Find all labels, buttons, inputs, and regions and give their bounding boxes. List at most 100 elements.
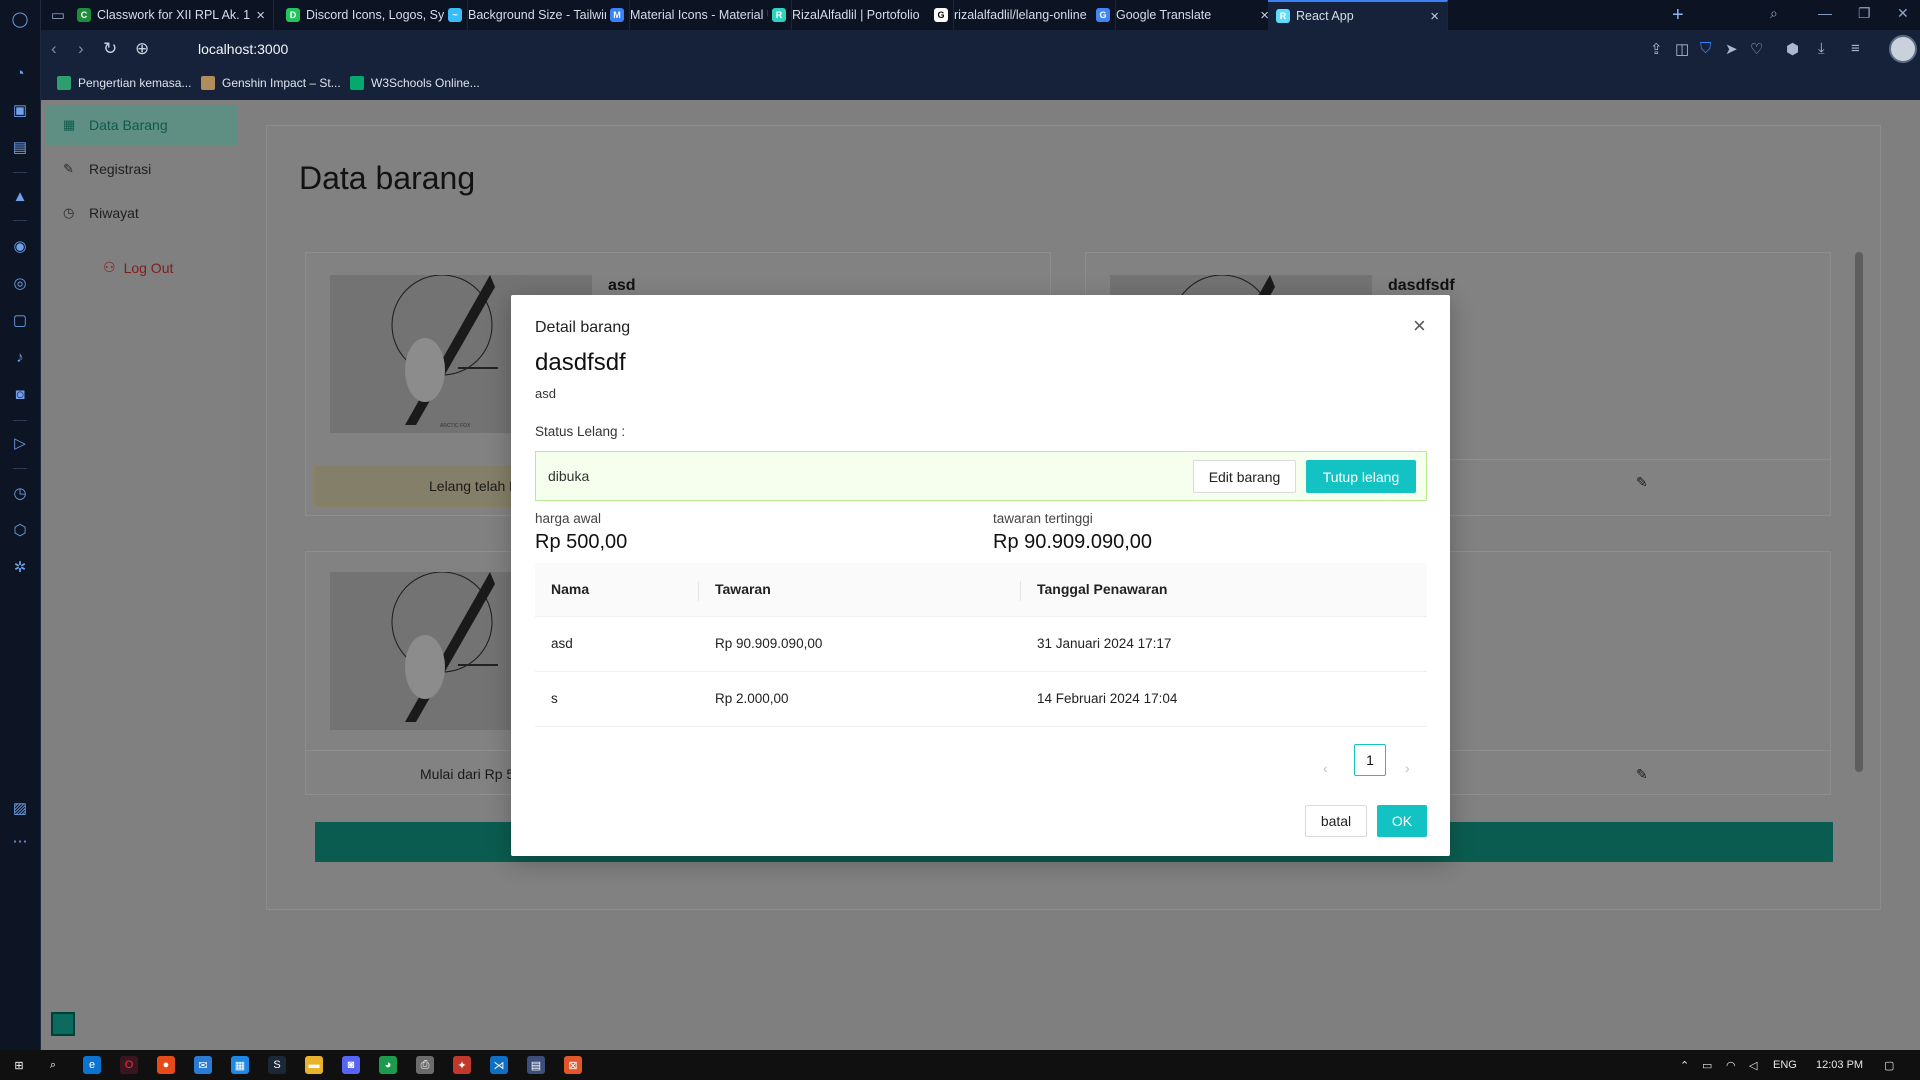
- wifi-icon[interactable]: ◠: [1726, 1059, 1736, 1072]
- cube-icon[interactable]: ⬢: [1786, 40, 1799, 58]
- profile-avatar[interactable]: [1889, 35, 1917, 63]
- game-icon[interactable]: ✦: [453, 1056, 471, 1074]
- workspace-icon[interactable]: ▣: [9, 99, 31, 121]
- bookmark-item[interactable]: Genshin Impact – St...: [201, 76, 341, 90]
- item-name: dasdfsdf: [535, 349, 626, 376]
- browser-tab[interactable]: C Classwork for XII RPL Ak. 1( ×: [69, 0, 274, 30]
- sidebar-item-riwayat[interactable]: ◷ Riwayat: [45, 193, 237, 233]
- messenger-icon[interactable]: ◉: [9, 235, 31, 257]
- starting-price-label: harga awal: [535, 511, 602, 526]
- starting-price: Rp 500,00: [535, 531, 628, 553]
- steam-icon[interactable]: S: [268, 1056, 286, 1074]
- pinboard-icon[interactable]: ▤: [9, 136, 31, 158]
- cancel-button[interactable]: batal: [1305, 805, 1367, 837]
- prev-page-icon[interactable]: ‹: [1323, 760, 1328, 776]
- tab-favicon-icon: R: [772, 8, 786, 22]
- close-icon[interactable]: ×: [1413, 313, 1426, 339]
- bookmarks-bar: Pengertian kemasa... Genshin Impact – St…: [41, 70, 1920, 100]
- bookmark-label: W3Schools Online...: [371, 76, 480, 90]
- page-number-button[interactable]: 1: [1354, 744, 1386, 776]
- mail-icon[interactable]: ✉: [194, 1056, 212, 1074]
- language-indicator[interactable]: ENG: [1773, 1059, 1797, 1071]
- chrome-icon[interactable]: ●: [157, 1056, 175, 1074]
- tab-favicon-icon: G: [934, 8, 948, 22]
- tab-close-icon[interactable]: ×: [256, 7, 265, 24]
- tab-favicon-icon: D: [286, 8, 300, 22]
- minimize-icon[interactable]: —: [1818, 5, 1832, 21]
- edit-item-button[interactable]: Edit barang: [1193, 460, 1296, 493]
- search-icon[interactable]: ⌕: [44, 1056, 62, 1074]
- start-price-note: Mulai dari Rp 5: [420, 766, 515, 782]
- volume-icon[interactable]: ◁: [1749, 1059, 1757, 1072]
- tab-favicon-icon: C: [77, 8, 91, 22]
- edge-icon[interactable]: e: [83, 1056, 101, 1074]
- whatsapp-icon[interactable]: ◎: [9, 272, 31, 294]
- window-close-icon[interactable]: ✕: [1897, 5, 1909, 22]
- logout-button[interactable]: ⚇ Log Out: [103, 259, 173, 276]
- tab-favicon-icon: G: [1096, 8, 1110, 22]
- file-explorer-icon[interactable]: ▬: [305, 1056, 323, 1074]
- aria-icon[interactable]: ▲: [9, 185, 31, 207]
- sidebar-item-data-barang[interactable]: ▦ Data Barang: [45, 105, 237, 145]
- xbox-icon[interactable]: ◕: [379, 1056, 397, 1074]
- tab-label: Classwork for XII RPL Ak. 1(: [97, 8, 251, 22]
- printer-icon[interactable]: ⎙: [416, 1056, 434, 1074]
- clock[interactable]: 12:03 PM: [1816, 1059, 1863, 1071]
- send-icon[interactable]: ➤: [1725, 40, 1738, 58]
- extensions-icon[interactable]: ⬡: [9, 519, 31, 541]
- tab-menu-icon[interactable]: ▭: [47, 4, 69, 26]
- scrollbar-thumb[interactable]: [1855, 252, 1863, 772]
- notifications-icon[interactable]: ▢: [1884, 1059, 1894, 1072]
- heart-icon[interactable]: ♡: [1750, 40, 1763, 58]
- browser-tab[interactable]: R React App ×: [1268, 0, 1448, 30]
- close-auction-button[interactable]: Tutup lelang: [1306, 460, 1416, 493]
- more-icon[interactable]: ⋯: [9, 830, 31, 852]
- discord-app-icon[interactable]: ◙: [342, 1056, 360, 1074]
- bookmark-item[interactable]: W3Schools Online...: [350, 76, 480, 90]
- color-swatch[interactable]: [51, 1012, 75, 1036]
- network-icon[interactable]: ▭: [1702, 1059, 1712, 1072]
- vscode-icon[interactable]: ⋊: [490, 1056, 508, 1074]
- snapshot-icon[interactable]: ◫: [1675, 40, 1689, 58]
- easy-setup-icon[interactable]: ≡: [1851, 40, 1860, 57]
- table-header: Nama Tawaran Tanggal Penawaran: [535, 563, 1427, 617]
- xampp-icon[interactable]: ⊠: [564, 1056, 582, 1074]
- next-page-icon[interactable]: ›: [1405, 760, 1410, 776]
- back-icon[interactable]: ‹: [51, 39, 57, 59]
- tiktok-icon[interactable]: ♪: [9, 346, 31, 368]
- store-icon[interactable]: ▦: [231, 1056, 249, 1074]
- url-field[interactable]: localhost:3000: [198, 41, 288, 57]
- reload-icon[interactable]: ↻: [103, 39, 117, 59]
- search-tabs-icon[interactable]: ⌕: [1770, 5, 1778, 22]
- discord-icon[interactable]: ◙: [9, 383, 31, 405]
- vpn-shield-icon[interactable]: ⛉: [1700, 40, 1711, 57]
- opera-logo-icon[interactable]: ◯: [9, 8, 31, 30]
- download-icon[interactable]: ⤓: [1818, 40, 1825, 57]
- player-icon[interactable]: ▷: [9, 432, 31, 454]
- bookmark-label: Pengertian kemasa...: [78, 76, 192, 90]
- site-info-icon[interactable]: ⊕: [135, 39, 149, 59]
- edit-icon[interactable]: ✎: [1636, 474, 1648, 491]
- speed-dial-icon[interactable]: ◔: [9, 62, 31, 84]
- notepad-icon[interactable]: ▤: [527, 1056, 545, 1074]
- opera-icon[interactable]: O: [120, 1056, 138, 1074]
- bookmark-item[interactable]: Pengertian kemasa...: [57, 76, 191, 90]
- sidebar-item-registrasi[interactable]: ✎ Registrasi: [45, 149, 237, 189]
- forward-icon[interactable]: ›: [78, 39, 84, 59]
- browser-tab[interactable]: G Google Translate ×: [1088, 0, 1278, 30]
- scrollbar[interactable]: [1853, 240, 1865, 795]
- start-icon[interactable]: ⊞: [10, 1056, 28, 1074]
- modal-title: Detail barang: [535, 319, 631, 336]
- tray-chevron-icon[interactable]: ⌃: [1680, 1059, 1689, 1072]
- restore-icon[interactable]: ❐: [1858, 5, 1871, 22]
- settings-icon[interactable]: ✲: [9, 556, 31, 578]
- instagram-icon[interactable]: ▢: [9, 309, 31, 331]
- new-tab-icon[interactable]: +: [1672, 4, 1684, 27]
- history-icon[interactable]: ◷: [9, 482, 31, 504]
- image-icon[interactable]: ▨: [9, 797, 31, 819]
- edit-icon[interactable]: ✎: [1636, 766, 1648, 783]
- ok-button[interactable]: OK: [1377, 805, 1427, 837]
- bids-table: Nama Tawaran Tanggal Penawaran asd Rp 90…: [535, 563, 1427, 727]
- tab-close-icon[interactable]: ×: [1430, 8, 1439, 25]
- share-icon[interactable]: ⇪: [1650, 40, 1663, 58]
